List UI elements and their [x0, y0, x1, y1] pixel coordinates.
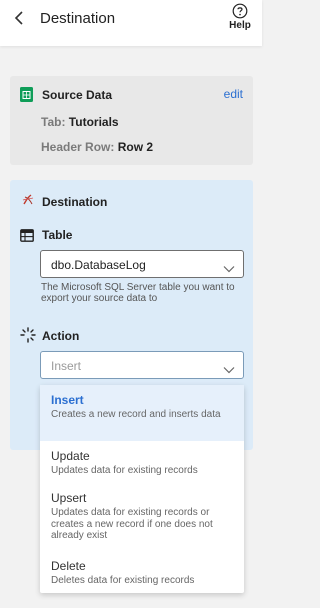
option-description: Updates data for existing records [51, 465, 198, 476]
source-tab-row: Tab: Tutorials [41, 115, 119, 129]
sparkle-icon [20, 327, 36, 348]
option-title: Upsert [51, 491, 87, 505]
header-row-value: Row 2 [117, 140, 154, 154]
header-row-key: Header Row: [41, 140, 115, 154]
table-help-text: The Microsoft SQL Server table you want … [41, 282, 235, 304]
page-title: Destination [40, 10, 116, 27]
option-title: Update [51, 449, 90, 463]
destination-title: Destination [42, 195, 108, 209]
chevron-down-icon [223, 361, 235, 379]
action-option-upsert[interactable]: Upsert Updates data for existing records… [40, 483, 244, 549]
action-option-delete[interactable]: Delete Deletes data for existing records [40, 551, 244, 593]
table-select[interactable]: dbo.DatabaseLog [40, 250, 244, 278]
source-header-row: Header Row: Row 2 [41, 140, 153, 154]
help-button[interactable]: Help [224, 3, 256, 32]
option-description: Updates data for existing records or cre… [51, 507, 213, 541]
table-icon [20, 229, 34, 247]
table-label: Table [42, 228, 73, 242]
action-select[interactable]: Insert [40, 351, 244, 379]
action-option-update[interactable]: Update Updates data for existing records [40, 441, 244, 481]
action-dropdown-menu: Insert Creates a new record and inserts … [40, 385, 244, 593]
option-title: Delete [51, 559, 86, 573]
source-data-title: Source Data [42, 88, 113, 102]
action-select-placeholder: Insert [51, 359, 82, 373]
edit-source-link[interactable]: edit [224, 87, 243, 101]
tab-value: Tutorials [68, 115, 119, 129]
sql-server-icon [22, 193, 34, 211]
header: Destination Help [0, 0, 262, 46]
table-select-value: dbo.DatabaseLog [51, 258, 146, 272]
source-data-card: Source Data edit Tab: Tutorials Header R… [10, 76, 253, 165]
back-button[interactable] [14, 10, 28, 28]
app-panel: Destination Help Source Data edit Tab: T… [0, 0, 272, 608]
action-option-insert[interactable]: Insert Creates a new record and inserts … [40, 385, 244, 441]
chevron-down-icon [223, 260, 235, 278]
google-sheets-icon [20, 87, 33, 107]
help-label: Help [229, 20, 251, 31]
option-title: Insert [51, 393, 84, 407]
chevron-left-icon [14, 11, 23, 25]
action-label: Action [42, 329, 80, 343]
question-circle-icon [224, 3, 256, 19]
option-description: Deletes data for existing records [51, 575, 195, 586]
option-description: Creates a new record and inserts data [51, 409, 221, 420]
tab-key: Tab: [41, 115, 66, 129]
